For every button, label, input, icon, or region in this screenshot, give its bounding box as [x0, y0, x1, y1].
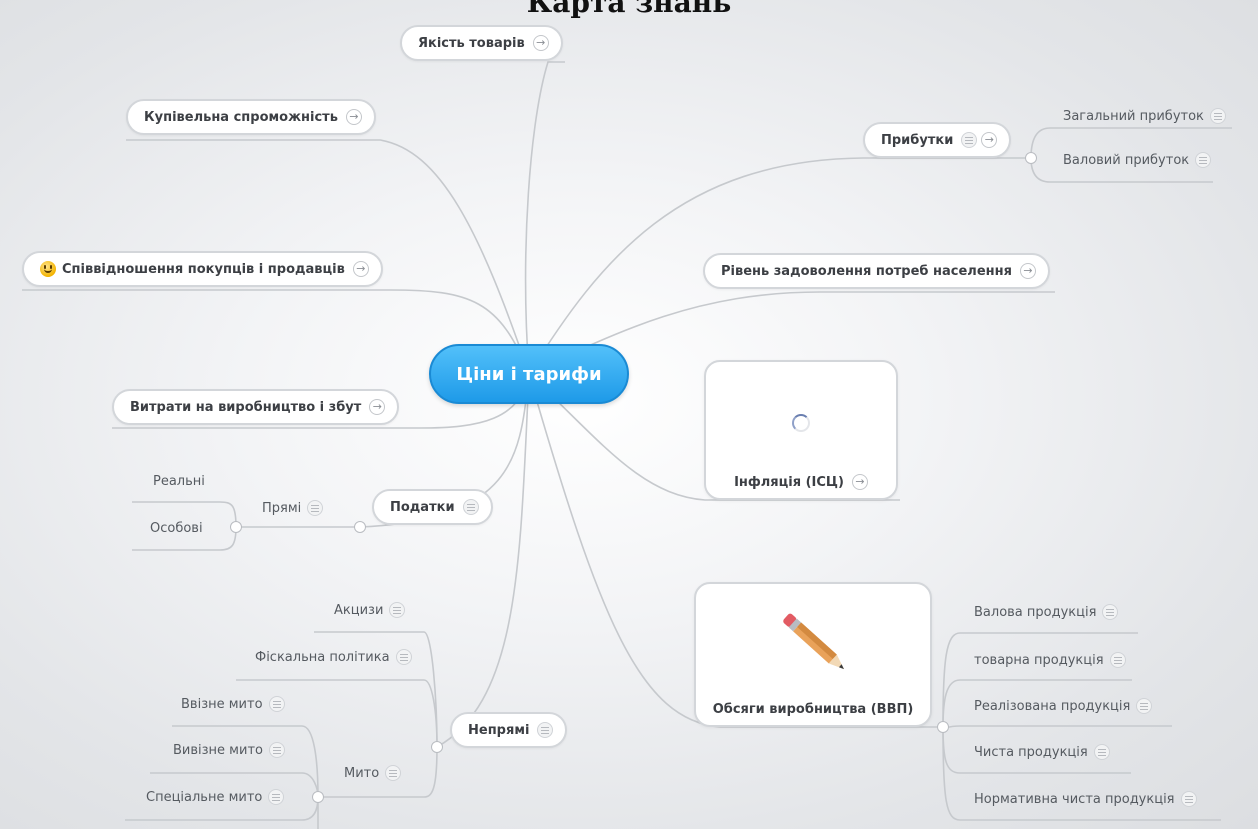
- leaf-realizovana-produktsiia[interactable]: Реалізована продукція: [974, 698, 1153, 714]
- leaf-label: Реалізована продукція: [974, 698, 1131, 714]
- leaf-myto[interactable]: Мито: [344, 765, 402, 781]
- arrow-right-icon[interactable]: [1019, 263, 1036, 279]
- collapse-knob[interactable]: [312, 791, 324, 803]
- leaf-label: Загальний прибуток: [1063, 108, 1204, 124]
- leaf-normatyvna-chysta-produktsiia[interactable]: Нормативна чиста продукція: [974, 791, 1197, 807]
- leaf-label: Вивізне мито: [173, 742, 263, 758]
- node-kupivelna-spromozhnist[interactable]: Купівельна спроможність: [126, 99, 376, 135]
- leaf-label: Валовий прибуток: [1063, 152, 1190, 168]
- leaf-label: Валова продукція: [974, 604, 1097, 620]
- arrow-right-icon[interactable]: [532, 35, 549, 51]
- leaf-label: Акцизи: [334, 602, 384, 618]
- note-icon[interactable]: [385, 765, 402, 781]
- collapse-knob[interactable]: [431, 741, 443, 753]
- smiley-icon: [40, 261, 56, 277]
- note-icon[interactable]: [1209, 108, 1226, 124]
- node-infliatsiia[interactable]: Інфляція (ІСЦ): [704, 360, 898, 500]
- node-yakist-tovariv[interactable]: Якість товарів: [400, 25, 563, 61]
- leaf-valova-produktsiia[interactable]: Валова продукція: [974, 604, 1119, 620]
- leaf-label: Мито: [344, 765, 380, 781]
- note-icon[interactable]: [462, 499, 479, 515]
- node-label: Прибутки: [881, 132, 954, 148]
- note-icon[interactable]: [1102, 604, 1119, 620]
- spinner-icon: [792, 414, 810, 432]
- note-icon[interactable]: [1180, 791, 1197, 807]
- node-vytraty[interactable]: Витрати на виробництво і збут: [112, 389, 400, 425]
- leaf-label: Особові: [150, 521, 203, 536]
- leaf-realni[interactable]: Реальні: [153, 474, 209, 489]
- leaf-label: Фіскальна політика: [255, 649, 390, 665]
- note-icon[interactable]: [268, 789, 285, 805]
- central-topic[interactable]: Ціни і тарифи: [429, 344, 629, 404]
- collapse-knob[interactable]: [1025, 152, 1037, 164]
- leaf-label: Чиста продукція: [974, 744, 1088, 760]
- leaf-aktsyzy[interactable]: Акцизи: [334, 602, 406, 618]
- node-prybutky[interactable]: Прибутки: [863, 122, 1012, 158]
- collapse-knob[interactable]: [937, 721, 949, 733]
- node-label: Рівень задоволення потреб населення: [721, 263, 1012, 279]
- leaf-fiskalna-polityka[interactable]: Фіскальна політика: [255, 649, 412, 665]
- node-label-row: Інфляція (ІСЦ): [706, 474, 896, 490]
- note-icon[interactable]: [268, 742, 285, 758]
- arrow-right-icon[interactable]: [851, 474, 868, 490]
- node-label: Купівельна спроможність: [144, 109, 338, 125]
- leaf-label: Реальні: [153, 474, 205, 489]
- node-label: Інфляція (ІСЦ): [734, 474, 844, 490]
- node-label: Витрати на виробництво і збут: [130, 399, 362, 415]
- node-riven-zadovolennia[interactable]: Рівень задоволення потреб населення: [703, 253, 1050, 289]
- node-obsiagy-vyrobnytstva[interactable]: Обсяги виробництва (ВВП): [694, 582, 932, 727]
- note-icon[interactable]: [268, 696, 285, 712]
- node-spivvidnoshennia[interactable]: Співвідношення покупців і продавців: [22, 251, 383, 287]
- note-icon[interactable]: [1195, 152, 1212, 168]
- leaf-vyvizne-myto[interactable]: Вивізне мито: [173, 742, 285, 758]
- node-nepriami[interactable]: Непрямі: [450, 712, 568, 748]
- leaf-spetsialne-myto[interactable]: Спеціальне мито: [146, 789, 285, 805]
- pencil-icon: [783, 613, 844, 670]
- note-icon[interactable]: [1109, 652, 1126, 668]
- arrow-right-icon[interactable]: [345, 109, 362, 125]
- leaf-zahalnyi-prybutok[interactable]: Загальний прибуток: [1063, 108, 1226, 124]
- collapse-knob[interactable]: [354, 521, 366, 533]
- note-icon[interactable]: [307, 500, 324, 516]
- note-icon[interactable]: [961, 132, 978, 148]
- leaf-label: Нормативна чиста продукція: [974, 791, 1175, 807]
- node-podatky[interactable]: Податки: [372, 489, 493, 525]
- leaf-vvizne-myto[interactable]: Ввізне мито: [181, 696, 285, 712]
- leaf-label: товарна продукція: [974, 652, 1104, 668]
- leaf-label: Ввізне мито: [181, 696, 263, 712]
- node-label: Податки: [390, 499, 455, 515]
- note-icon[interactable]: [537, 722, 554, 738]
- node-label: Співвідношення покупців і продавців: [62, 261, 345, 277]
- node-label: Обсяги виробництва (ВВП): [712, 702, 914, 717]
- leaf-label: Прямі: [262, 500, 302, 516]
- leaf-osobovi[interactable]: Особові: [150, 521, 207, 536]
- leaf-valovyi-prybutok[interactable]: Валовий прибуток: [1063, 152, 1212, 168]
- node-label: Якість товарів: [418, 35, 525, 51]
- leaf-priami[interactable]: Прямі: [262, 500, 324, 516]
- page-title: Карта знань: [526, 0, 732, 19]
- arrow-right-icon[interactable]: [981, 132, 998, 148]
- leaf-label: Спеціальне мито: [146, 789, 263, 805]
- arrow-right-icon[interactable]: [352, 261, 369, 277]
- node-label: Непрямі: [468, 722, 530, 738]
- note-icon[interactable]: [389, 602, 406, 618]
- note-icon[interactable]: [1136, 698, 1153, 714]
- leaf-tovarna-produktsiia[interactable]: товарна продукція: [974, 652, 1126, 668]
- leaf-chysta-produktsiia[interactable]: Чиста продукція: [974, 744, 1110, 760]
- arrow-right-icon[interactable]: [369, 399, 386, 415]
- collapse-knob[interactable]: [230, 521, 242, 533]
- note-icon[interactable]: [1093, 744, 1110, 760]
- note-icon[interactable]: [395, 649, 412, 665]
